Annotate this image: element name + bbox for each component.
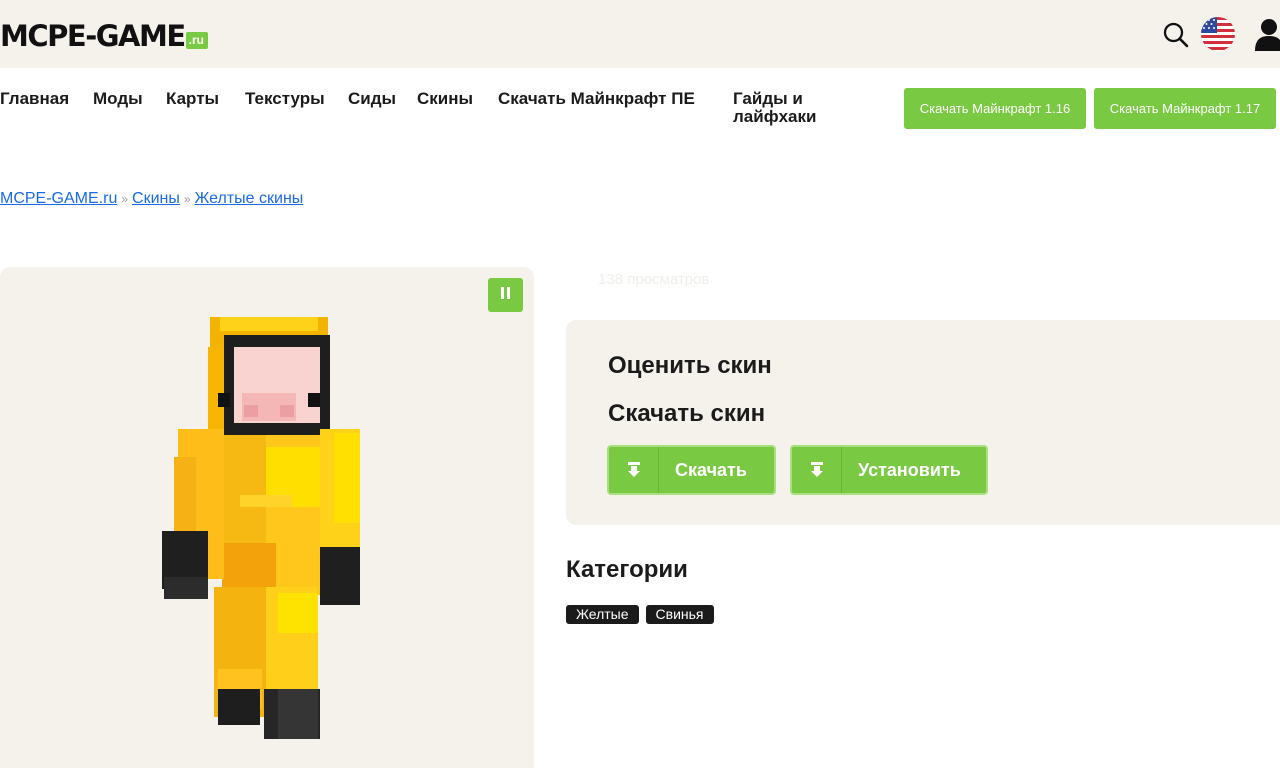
download-minecraft-117-button[interactable]: Скачать Майнкрафт 1.17 <box>1094 88 1276 129</box>
breadcrumb-separator: » <box>183 192 191 206</box>
logo-text: MCPE-GAME <box>0 19 186 53</box>
download-skin-label: Скачать <box>675 459 747 480</box>
install-skin-label: Установить <box>858 459 961 480</box>
nav-item-textures[interactable]: Текстуры <box>245 90 325 108</box>
us-flag-icon[interactable] <box>1200 16 1236 52</box>
breadcrumb-home-link[interactable]: MCPE-GAME.ru <box>0 190 117 207</box>
install-icon <box>792 447 842 493</box>
skin-preview-panel <box>0 267 534 768</box>
download-minecraft-116-button[interactable]: Скачать Майнкрафт 1.16 <box>904 88 1086 129</box>
logo-domain-badge: .ru <box>185 32 209 49</box>
breadcrumb-skins-link[interactable]: Скины <box>132 190 180 207</box>
rate-skin-title: Оценить скин <box>608 352 772 379</box>
nav-item-seeds[interactable]: Сиды <box>348 90 396 108</box>
tag-pig[interactable]: Свинья <box>645 605 714 624</box>
skin-3d-model[interactable] <box>160 317 364 742</box>
breadcrumb: MCPE-GAME.ru » Скины» Желтые скины <box>0 190 303 208</box>
top-bar: MCPE-GAME .ru <box>0 0 1280 68</box>
download-skin-title: Скачать скин <box>608 400 766 427</box>
user-icon[interactable] <box>1254 17 1280 51</box>
nav-item-home[interactable]: Главная <box>0 90 69 108</box>
views-count: 138 просматров <box>598 271 710 288</box>
skin-actions-card: Оценить скин Скачать скин Скачать Устано… <box>566 320 1280 525</box>
pause-icon <box>500 286 511 304</box>
nav-item-guides[interactable]: Гайды и лайфхаки <box>733 90 843 126</box>
breadcrumb-yellow-skins-link[interactable]: Желтые скины <box>195 190 304 207</box>
download-skin-button[interactable]: Скачать <box>607 445 776 495</box>
nav-item-skins[interactable]: Скины <box>417 90 473 108</box>
categories-title: Категории <box>566 556 688 583</box>
breadcrumb-separator: » <box>121 192 129 206</box>
install-skin-button[interactable]: Установить <box>790 445 988 495</box>
category-tags: Желтые Свинья <box>566 605 714 624</box>
main-nav: Главная Моды Карты Текстуры Сиды Скины С… <box>0 68 1280 148</box>
pause-button[interactable] <box>488 278 523 312</box>
download-icon <box>609 447 659 493</box>
nav-item-maps[interactable]: Карты <box>166 90 219 108</box>
nav-item-download-minecraft-pe[interactable]: Скачать Майнкрафт ПЕ <box>498 90 698 108</box>
nav-item-mods[interactable]: Моды <box>93 90 143 108</box>
site-logo[interactable]: MCPE-GAME .ru <box>0 18 209 53</box>
search-icon[interactable] <box>1162 21 1190 49</box>
tag-yellow[interactable]: Желтые <box>566 605 639 624</box>
